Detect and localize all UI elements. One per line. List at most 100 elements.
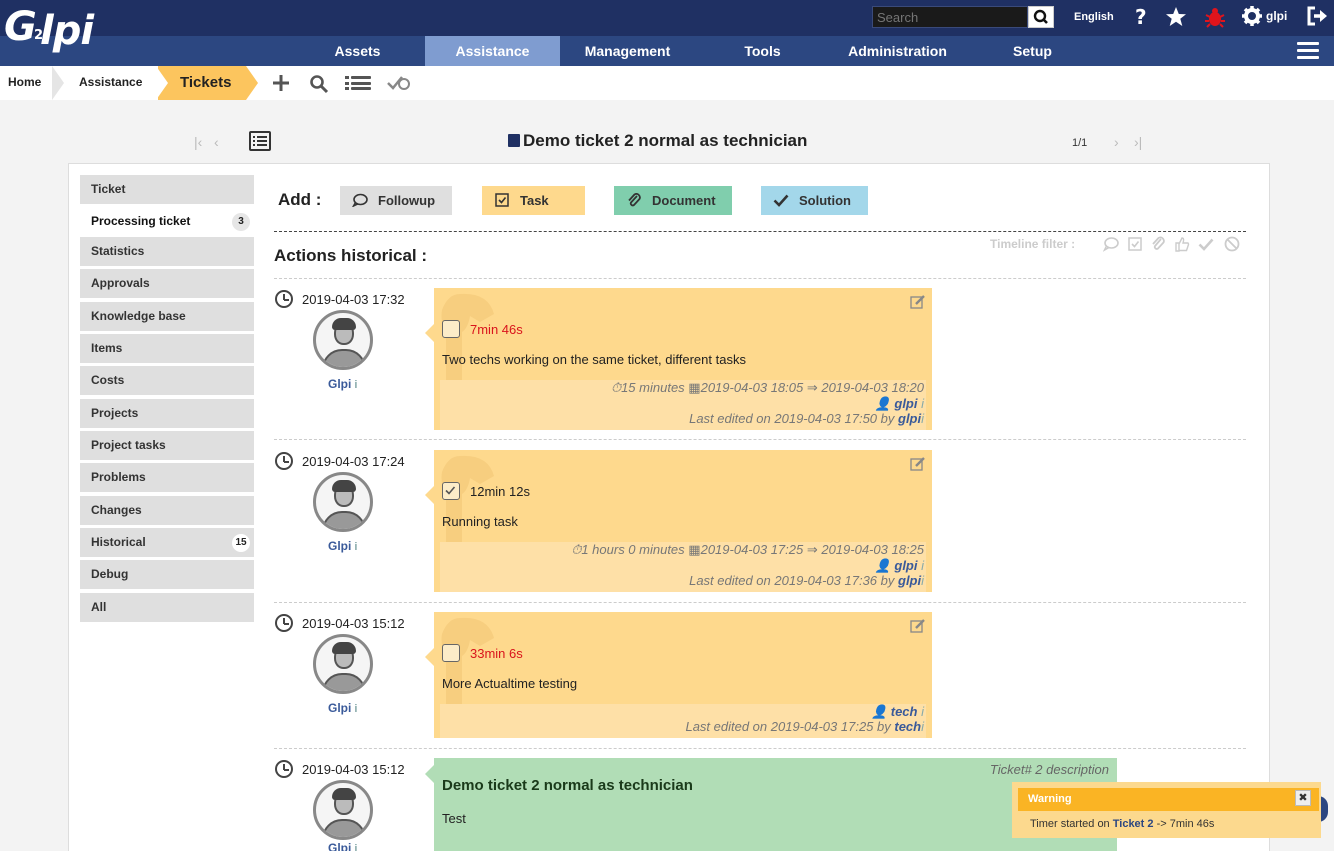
tab-items[interactable]: Items [80, 334, 254, 363]
task-done-checkbox[interactable] [442, 482, 460, 500]
actualtime-duration: 33min 6s [470, 646, 523, 661]
star-icon[interactable] [1165, 6, 1187, 28]
clock-icon [275, 614, 293, 632]
task-content: Running task [442, 514, 518, 529]
item-author[interactable]: Glpi i [328, 377, 357, 391]
info-icon[interactable]: i [354, 379, 357, 391]
page-title: Demo ticket 2 normal as technician [508, 131, 807, 151]
paperclip-icon [628, 193, 641, 207]
filter-reset-icon[interactable] [1224, 236, 1240, 252]
debug-bug-icon[interactable] [1204, 6, 1226, 28]
tab-all[interactable]: All [80, 593, 254, 622]
add-document-button[interactable]: Document [614, 186, 732, 215]
task-last-edited: Last edited on 2019-04-03 17:36 by glpii [689, 573, 924, 588]
check-reminder-icon[interactable] [387, 75, 411, 91]
next-item-icon[interactable]: › [1114, 134, 1119, 150]
item-author[interactable]: Glpi i [328, 539, 357, 553]
task-card: 12min 12s Running task ⏱1 hours 0 minute… [434, 450, 932, 592]
breadcrumb: Home Assistance Tickets [0, 66, 1334, 100]
breadcrumb-tickets[interactable]: Tickets [158, 66, 246, 100]
logout-icon[interactable] [1306, 5, 1328, 27]
list-icon[interactable] [249, 131, 271, 151]
avatar [313, 634, 373, 694]
add-followup-button[interactable]: Followup [340, 186, 452, 215]
count-badge: 3 [232, 213, 250, 231]
hamburger-menu-icon[interactable] [1297, 42, 1319, 60]
list-view-icon[interactable] [345, 75, 373, 91]
tab-projects[interactable]: Projects [80, 399, 254, 428]
info-icon[interactable]: i [921, 411, 924, 426]
pager-count: 1/1 [1072, 137, 1088, 149]
first-item-icon[interactable]: |‹ [194, 134, 202, 150]
menu-assets[interactable]: Assets [290, 36, 425, 66]
clock-icon [275, 290, 293, 308]
gear-icon[interactable] [1241, 5, 1263, 27]
edit-icon[interactable] [910, 618, 926, 633]
task-card: 33min 6s More Actualtime testing 👤 tech … [434, 612, 932, 738]
user-name[interactable]: glpi [1266, 9, 1287, 23]
tab-statistics[interactable]: Statistics [80, 237, 254, 266]
add-icon[interactable] [272, 74, 290, 92]
tab-project-tasks[interactable]: Project tasks [80, 431, 254, 460]
menu-management[interactable]: Management [560, 36, 695, 66]
tab-knowledge-base[interactable]: Knowledge base [80, 302, 254, 331]
avatar [313, 472, 373, 532]
info-icon[interactable]: i [921, 719, 924, 734]
language-selector[interactable]: English [1074, 11, 1114, 23]
list-lines-icon [253, 136, 267, 146]
info-icon[interactable]: i [921, 558, 924, 573]
info-icon[interactable]: i [921, 396, 924, 411]
toast-title: Warning [1018, 788, 1319, 811]
help-icon[interactable]: ? [1130, 6, 1152, 28]
tab-ticket[interactable]: Ticket [80, 175, 254, 204]
add-solution-button[interactable]: Solution [761, 186, 868, 215]
task-footer: 👤 tech i Last edited on 2019-04-03 17:25… [440, 704, 926, 738]
info-icon[interactable]: i [354, 541, 357, 553]
last-item-icon[interactable]: ›| [1134, 134, 1142, 150]
item-author[interactable]: Glpi i [328, 841, 357, 851]
filter-document-icon[interactable] [1150, 236, 1166, 252]
tab-changes[interactable]: Changes [80, 496, 254, 525]
task-done-checkbox[interactable] [442, 320, 460, 338]
search-button[interactable] [1028, 6, 1054, 28]
avatar [313, 780, 373, 840]
breadcrumb-home[interactable]: Home [0, 66, 52, 100]
edit-icon[interactable] [910, 456, 926, 471]
search-icon[interactable] [309, 74, 329, 94]
menu-assistance[interactable]: Assistance [425, 36, 560, 66]
edit-icon[interactable] [910, 294, 926, 309]
filter-solution-icon[interactable] [1198, 236, 1214, 252]
item-date: 2019-04-03 17:32 [302, 292, 405, 307]
filter-task-icon[interactable] [1127, 236, 1143, 252]
divider [274, 748, 1246, 749]
tab-problems[interactable]: Problems [80, 463, 254, 492]
search-input[interactable] [872, 6, 1028, 28]
checkmark-icon [773, 194, 789, 207]
tab-processing-ticket[interactable]: Processing ticket 3 [80, 207, 254, 236]
tab-costs[interactable]: Costs [80, 366, 254, 395]
tab-debug[interactable]: Debug [80, 560, 254, 589]
task-content: Two techs working on the same ticket, di… [442, 352, 746, 367]
info-icon[interactable]: i [921, 704, 924, 719]
menu-tools[interactable]: Tools [695, 36, 830, 66]
breadcrumb-assistance[interactable]: Assistance [52, 66, 160, 100]
info-icon[interactable]: i [354, 843, 357, 851]
info-icon[interactable]: i [354, 703, 357, 715]
user-icon: 👤 [874, 558, 891, 573]
tab-historical[interactable]: Historical 15 [80, 528, 254, 557]
filter-followup-icon[interactable] [1103, 236, 1119, 252]
glpi-logo[interactable]: G 2 lpi [4, 4, 96, 62]
description-label: Ticket# 2 description [989, 762, 1109, 777]
item-author[interactable]: Glpi i [328, 701, 357, 715]
ticket-link[interactable]: Ticket 2 [1113, 818, 1154, 830]
close-icon[interactable]: ✖ [1295, 790, 1311, 806]
menu-setup[interactable]: Setup [965, 36, 1100, 66]
previous-item-icon[interactable]: ‹ [214, 134, 219, 150]
task-done-checkbox[interactable] [442, 644, 460, 662]
checkbox-icon [495, 193, 509, 207]
tab-approvals[interactable]: Approvals [80, 269, 254, 298]
info-icon[interactable]: i [921, 573, 924, 588]
menu-administration[interactable]: Administration [830, 36, 965, 66]
add-task-button[interactable]: Task [482, 186, 585, 215]
filter-approval-icon[interactable] [1174, 236, 1190, 252]
